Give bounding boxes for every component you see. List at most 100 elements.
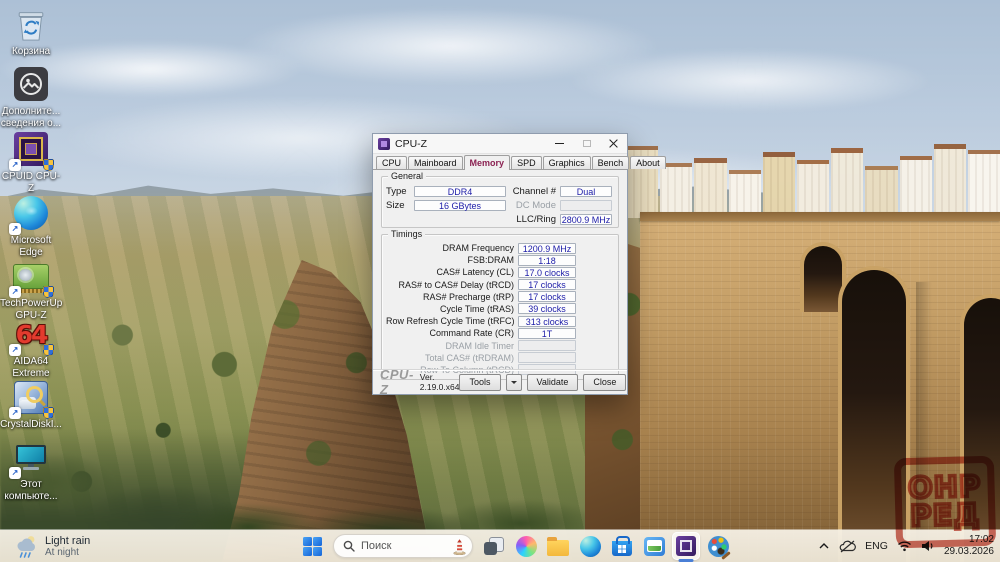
recycle-bin-icon [10, 4, 52, 44]
onedrive-off-icon[interactable] [839, 540, 857, 553]
cpuz-tab-bar: CPU Mainboard Memory SPD Graphics Bench … [373, 154, 666, 170]
search-icon [343, 540, 355, 552]
cpuz-window: CPU-Z CPU Mainboard Memory SPD Graphics … [372, 133, 666, 397]
cpuz-titlebar[interactable]: CPU-Z [373, 134, 627, 154]
store-button[interactable] [608, 532, 636, 560]
field-label: Type [386, 185, 407, 197]
copilot-button[interactable] [512, 532, 540, 560]
clock-date: 29.03.2026 [943, 546, 994, 557]
field-label: Channel # [512, 185, 556, 197]
photos-button[interactable] [640, 532, 668, 560]
search-input[interactable] [361, 540, 447, 552]
desktop-icon-cpuz[interactable]: CPUID CPU-Z [0, 129, 62, 194]
file-explorer-button[interactable] [544, 532, 572, 560]
close-window-button[interactable] [600, 134, 627, 153]
folder-icon [547, 536, 569, 556]
language-indicator[interactable]: ENG [865, 540, 888, 552]
volume-icon[interactable] [921, 540, 935, 552]
maximize-button [573, 134, 600, 153]
lighthouse-icon [453, 538, 466, 555]
shortcut-arrow-icon [9, 467, 21, 479]
timing-label: DRAM Frequency [442, 243, 514, 253]
timing-value-field: 17 clocks [518, 279, 576, 291]
task-view-icon [484, 537, 504, 555]
timing-label: Row Refresh Cycle Time (tRFC) [386, 316, 515, 327]
cpuz-app-icon [378, 137, 390, 150]
wifi-icon[interactable] [897, 540, 912, 552]
timing-value-field: 39 clocks [518, 303, 576, 315]
tab-spd[interactable]: SPD [511, 156, 542, 169]
timing-label: CAS# Latency (CL) [436, 267, 514, 278]
general-legend: General [388, 171, 427, 181]
memory-type-field: DDR4 [414, 185, 506, 197]
desktop-icon-recycle-bin[interactable]: Корзина [0, 4, 62, 58]
minimize-button[interactable] [546, 134, 573, 153]
tools-button[interactable]: Tools [459, 373, 501, 391]
validate-button[interactable]: Validate [526, 373, 579, 391]
clock-time: 17:02 [968, 534, 994, 545]
taskbar: Light rain At night Поиск ENG 17:02 29.0… [0, 530, 1000, 562]
tab-cpu[interactable]: CPU [376, 156, 408, 169]
search-box[interactable] [333, 534, 473, 558]
desktop-icon-label: Корзина [11, 46, 51, 57]
timing-label: DRAM Idle Timer [445, 340, 514, 351]
uac-shield-icon [43, 344, 54, 356]
desktop: Корзина Дополните... сведения о... CPUID… [0, 0, 1000, 562]
field-label: DC Mode [515, 199, 556, 211]
timing-label: FSB:DRAM [467, 255, 514, 266]
cpuz-icon [676, 536, 696, 556]
shortcut-arrow-icon [9, 159, 21, 171]
desktop-icon-label: Microsoft Edge [10, 235, 52, 258]
copilot-icon [515, 535, 537, 557]
dc-mode-field [560, 199, 612, 211]
start-button[interactable] [298, 532, 326, 560]
timing-value-field: 17 clocks [518, 291, 576, 303]
windows-logo-icon [302, 536, 322, 556]
palette-icon [707, 535, 729, 557]
tab-graphics[interactable]: Graphics [542, 156, 591, 169]
shortcut-arrow-icon [9, 223, 21, 235]
window-title: CPU-Z [395, 137, 428, 150]
task-view-button[interactable] [480, 532, 508, 560]
timing-value-field: 1T [518, 327, 576, 339]
tab-about[interactable]: About [630, 156, 666, 169]
timing-value-field [518, 340, 576, 351]
shortcut-arrow-icon [9, 286, 21, 298]
desktop-icon-this-pc[interactable]: Этот компьюте... [0, 437, 62, 502]
desktop-icon-aida64[interactable]: 64 AIDA64 Extreme [0, 314, 62, 379]
tray-expand-icon[interactable] [818, 542, 830, 550]
tab-memory[interactable]: Memory [463, 155, 511, 170]
taskbar-clock[interactable]: 17:02 29.03.2026 [944, 534, 994, 558]
version-text: Ver. 2.19.0.x64 [419, 372, 460, 392]
uac-shield-icon [43, 407, 54, 419]
shortcut-arrow-icon [9, 344, 21, 356]
desktop-icon-crystaldiskinfo[interactable]: CrystalDiskI... [0, 377, 62, 431]
edge-icon [579, 535, 601, 557]
desktop-icon-edge[interactable]: Microsoft Edge [0, 193, 62, 258]
wallpaper-town-buildings [626, 138, 1000, 218]
timing-value-field: 313 clocks [518, 315, 576, 327]
llc-ring-field: 2800.9 MHz [560, 213, 612, 225]
tools-dropdown-button[interactable] [505, 373, 522, 391]
bridge-arch-right [960, 294, 1000, 562]
weather-widget[interactable]: Light rain At night [6, 530, 96, 562]
desktop-icon-label: CPUID CPU-Z [1, 171, 61, 194]
cpuz-taskbar-button[interactable] [672, 532, 700, 562]
desktop-icon-photo-info[interactable]: Дополните... сведения о... [0, 64, 62, 129]
close-button[interactable]: Close [583, 373, 627, 391]
tab-bench[interactable]: Bench [591, 156, 630, 169]
edge-button[interactable] [576, 532, 604, 560]
palette-app-button[interactable] [704, 532, 732, 560]
desktop-icon-gpuz[interactable]: TechPowerUp GPU-Z [0, 256, 62, 321]
cpuz-logo: CPU-Z [380, 367, 414, 397]
gpuz-icon [13, 263, 49, 293]
timing-label: RAS# to CAS# Delay (tRCD) [398, 279, 514, 290]
timings-legend: Timings [388, 229, 426, 239]
photos-icon [643, 536, 665, 556]
shortcut-arrow-icon [9, 407, 21, 419]
timings-groupbox: Timings DRAM Frequency 1200.9 MHz FSB:DRA… [381, 229, 619, 380]
field-label: LLC/Ring [516, 213, 556, 225]
photo-icon [10, 64, 52, 104]
tab-mainboard[interactable]: Mainboard [408, 156, 463, 169]
desktop-icon-label: Дополните... сведения о... [0, 106, 62, 129]
